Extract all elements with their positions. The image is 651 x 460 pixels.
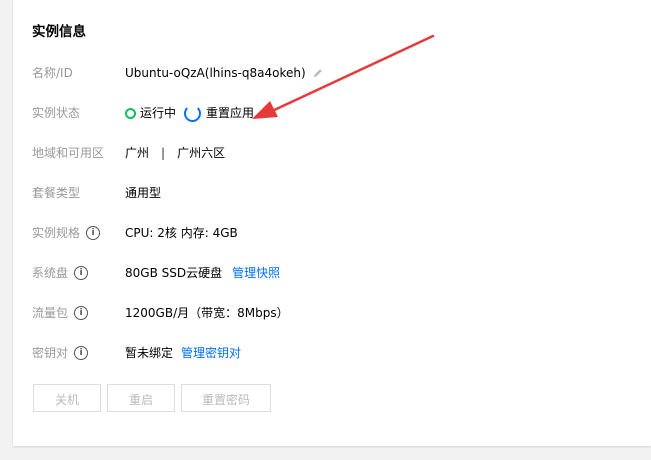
row-package-type: 套餐类型 通用型 — [13, 182, 613, 204]
instance-info-card: 实例信息 名称/ID Ubuntu-oQzA(lhins-q8a4okeh) 实… — [13, 0, 651, 446]
row-system-disk: 系统盘 i 80GB SSD云硬盘 管理快照 — [13, 262, 613, 284]
status-running: 运行中 — [140, 106, 177, 120]
info-circle-icon[interactable]: i — [74, 306, 89, 320]
region-separator: | — [161, 146, 166, 160]
row-region: 地域和可用区 广州 | 广州六区 — [13, 142, 613, 164]
label-name-id: 名称/ID — [32, 66, 73, 80]
status-ring-icon — [125, 107, 136, 119]
region-value: 广州 — [125, 146, 150, 160]
status-task: 重置应用 — [206, 106, 255, 120]
manage-snapshot-link[interactable]: 管理快照 — [232, 262, 280, 284]
system-disk-value: 80GB SSD云硬盘 — [125, 266, 223, 280]
reset-password-button[interactable]: 重置密码 — [181, 384, 271, 412]
label-region: 地域和可用区 — [32, 146, 105, 160]
row-key-pair: 密钥对 i 暂未绑定 管理密钥对 — [13, 342, 613, 364]
row-status: 实例状态 运行中 重置应用 — [13, 102, 613, 124]
label-status: 实例状态 — [32, 106, 81, 120]
label-key-pair: 密钥对 — [32, 346, 69, 360]
pencil-icon[interactable] — [312, 67, 324, 79]
info-circle-icon[interactable]: i — [86, 226, 101, 240]
row-spec: 实例规格 i CPU: 2核 内存: 4GB — [13, 222, 613, 244]
zone-value: 广州六区 — [177, 146, 226, 160]
section-title: 实例信息 — [32, 24, 86, 40]
label-traffic: 流量包 — [32, 306, 69, 320]
info-circle-icon[interactable]: i — [74, 346, 89, 360]
info-circle-icon[interactable]: i — [74, 266, 89, 280]
label-spec: 实例规格 — [32, 226, 81, 240]
label-system-disk: 系统盘 — [32, 266, 69, 280]
instance-name-id: Ubuntu-oQzA(lhins-q8a4okeh) — [125, 66, 306, 80]
key-pair-value: 暂未绑定 — [125, 346, 174, 360]
package-type-value: 通用型 — [125, 186, 162, 200]
spinner-icon — [184, 104, 202, 122]
traffic-value: 1200GB/月（带宽：8Mbps） — [125, 306, 289, 320]
spec-value: CPU: 2核 内存: 4GB — [125, 226, 238, 240]
row-traffic: 流量包 i 1200GB/月（带宽：8Mbps） — [13, 302, 613, 324]
restart-button[interactable]: 重启 — [107, 384, 175, 412]
row-name-id: 名称/ID Ubuntu-oQzA(lhins-q8a4okeh) — [13, 62, 613, 84]
manage-key-pair-link[interactable]: 管理密钥对 — [181, 342, 241, 364]
shutdown-button[interactable]: 关机 — [33, 384, 101, 412]
label-package-type: 套餐类型 — [32, 186, 81, 200]
